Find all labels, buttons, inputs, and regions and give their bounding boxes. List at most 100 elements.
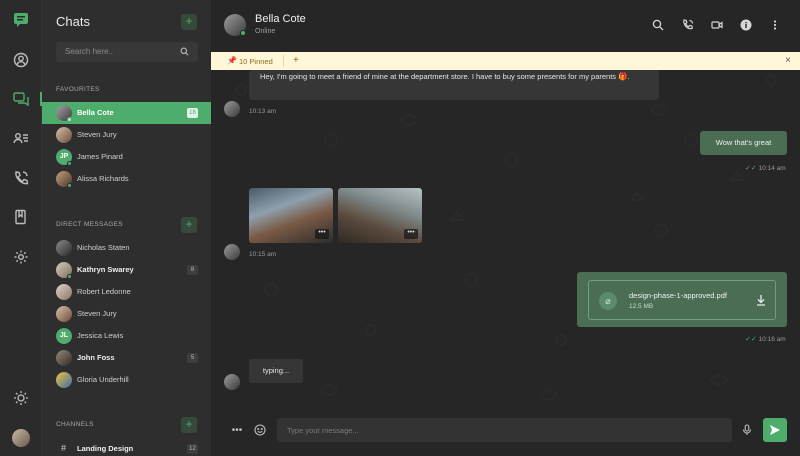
chat-item-bella-cote[interactable]: Bella Cote 18 (42, 102, 211, 124)
unread-badge: 18 (187, 108, 198, 118)
contact-name: Robert Ledonne (77, 287, 131, 296)
read-check-icon: ✓✓ (745, 336, 757, 343)
message-time: 10:15 am (249, 251, 277, 258)
search-icon[interactable] (180, 47, 189, 56)
send-icon (770, 425, 780, 435)
avatar-initials: JL (56, 328, 72, 344)
info-icon[interactable] (739, 18, 753, 32)
close-icon[interactable]: × (785, 55, 791, 66)
message-composer: ••• (211, 410, 800, 456)
chat-item-alissa-richards[interactable]: Alissa Richards (42, 168, 211, 190)
send-button[interactable] (763, 418, 787, 442)
image-attachment[interactable]: ••• (338, 188, 422, 243)
calls-icon[interactable] (11, 168, 31, 188)
paperclip-icon: ⌀ (599, 292, 617, 310)
online-dot (240, 30, 246, 36)
unread-badge: 12 (187, 444, 198, 454)
video-call-icon[interactable] (710, 18, 724, 32)
online-dot (67, 117, 72, 122)
contact-name[interactable]: Bella Cote (255, 13, 306, 25)
contact-name: Jessica Lewis (77, 331, 124, 340)
direct-messages-label: Direct Messages (56, 221, 123, 228)
contacts-icon[interactable] (11, 128, 31, 148)
chat-app: Chats + Search here.. Favourites Bella C… (0, 0, 800, 456)
contact-name: Gloria Underhill (77, 375, 129, 384)
pinned-bar[interactable]: 📌 10 Pinned + × (211, 52, 800, 70)
online-dot (67, 274, 72, 279)
read-check-icon: ✓✓ (745, 165, 757, 172)
online-dot (67, 161, 72, 166)
chat-item-robert-ledonne[interactable]: Robert Ledonne (42, 281, 211, 303)
chat-item-jessica-lewis[interactable]: JL Jessica Lewis (42, 325, 211, 347)
chat-item-steven-jury-dm[interactable]: Steven Jury (42, 303, 211, 325)
add-pin-button[interactable]: + (293, 55, 299, 66)
incoming-message[interactable]: Hey, I'm going to meet a friend of mine … (249, 70, 659, 100)
message-time-row: ✓✓ 10:14 am (745, 164, 786, 172)
contact-name: Kathryn Swarey (77, 265, 134, 274)
avatar (56, 240, 72, 256)
message-text: Wow that's great (715, 138, 772, 147)
conversation-panel: Bella Cote Online 📌 10 Pinned + × Hey, I… (211, 0, 800, 456)
contact-name: Steven Jury (77, 130, 117, 139)
contact-name: Steven Jury (77, 309, 117, 318)
chat-item-gloria-underhill[interactable]: Gloria Underhill (42, 369, 211, 391)
search-placeholder: Search here.. (65, 47, 114, 56)
channel-name: Landing Design (77, 444, 134, 453)
avatar (56, 127, 72, 143)
message-time: 10:13 am (249, 108, 277, 115)
chat-sidebar: Chats + Search here.. Favourites Bella C… (42, 0, 211, 456)
more-horizontal-icon[interactable]: ••• (230, 423, 244, 437)
message-input-box[interactable] (277, 418, 732, 442)
bookmarks-icon[interactable] (11, 207, 31, 227)
avatar (56, 284, 72, 300)
microphone-icon[interactable] (740, 423, 754, 437)
user-avatar[interactable] (12, 429, 30, 447)
chats-icon[interactable] (11, 89, 31, 109)
channel-item-landing-design[interactable]: # Landing Design 12 (42, 438, 211, 456)
pinned-count[interactable]: 10 Pinned (239, 57, 273, 66)
avatar (56, 306, 72, 322)
contact-name: Nicholas Staten (77, 243, 130, 252)
emoji-icon[interactable] (253, 423, 267, 437)
pin-icon: 📌 (227, 56, 237, 65)
chat-header: Bella Cote Online (211, 0, 800, 52)
settings-icon[interactable] (11, 247, 31, 267)
more-options-icon[interactable] (768, 18, 782, 32)
chat-item-john-foss[interactable]: John Foss 5 (42, 347, 211, 369)
image-more-icon[interactable]: ••• (315, 229, 329, 239)
message-text: Hey, I'm going to meet a friend of mine … (260, 72, 630, 81)
nav-rail (0, 0, 42, 456)
sidebar-title: Chats (56, 14, 90, 29)
image-attachment[interactable]: ••• (249, 188, 333, 243)
message-time: 10:14 am (758, 165, 786, 172)
download-icon[interactable] (755, 294, 767, 306)
contact-name: James Pinard (77, 152, 123, 161)
avatar (56, 372, 72, 388)
chat-item-nicholas-staten[interactable]: Nicholas Staten (42, 237, 211, 259)
chat-logo-icon[interactable] (11, 10, 31, 30)
new-direct-message-button[interactable]: + (181, 217, 197, 233)
profile-icon[interactable] (11, 50, 31, 70)
chat-item-kathryn-swarey[interactable]: Kathryn Swarey 8 (42, 259, 211, 281)
sender-avatar (224, 244, 240, 260)
online-dot (67, 183, 72, 188)
chat-item-james-pinard[interactable]: JP James Pinard (42, 146, 211, 168)
unread-badge: 8 (187, 265, 198, 275)
hash-icon: # (61, 443, 67, 453)
file-name[interactable]: design-phase-1-approved.pdf (629, 291, 727, 300)
theme-icon[interactable] (11, 388, 31, 408)
new-chat-button[interactable]: + (181, 14, 197, 30)
contact-status: Online (255, 28, 276, 35)
divider (283, 55, 284, 67)
phone-call-icon[interactable] (681, 18, 695, 32)
new-channel-button[interactable]: + (181, 417, 197, 433)
message-input[interactable] (287, 423, 717, 437)
search-icon[interactable] (651, 18, 665, 32)
chat-item-steven-jury[interactable]: Steven Jury (42, 124, 211, 146)
sender-avatar (224, 374, 240, 390)
image-more-icon[interactable]: ••• (404, 229, 418, 239)
outgoing-message[interactable]: Wow that's great (700, 131, 787, 155)
message-time-row: ✓✓ 10:16 am (745, 335, 786, 343)
file-message[interactable]: ⌀ design-phase-1-approved.pdf 12.5 MB (577, 272, 787, 327)
search-box[interactable]: Search here.. (56, 42, 198, 62)
